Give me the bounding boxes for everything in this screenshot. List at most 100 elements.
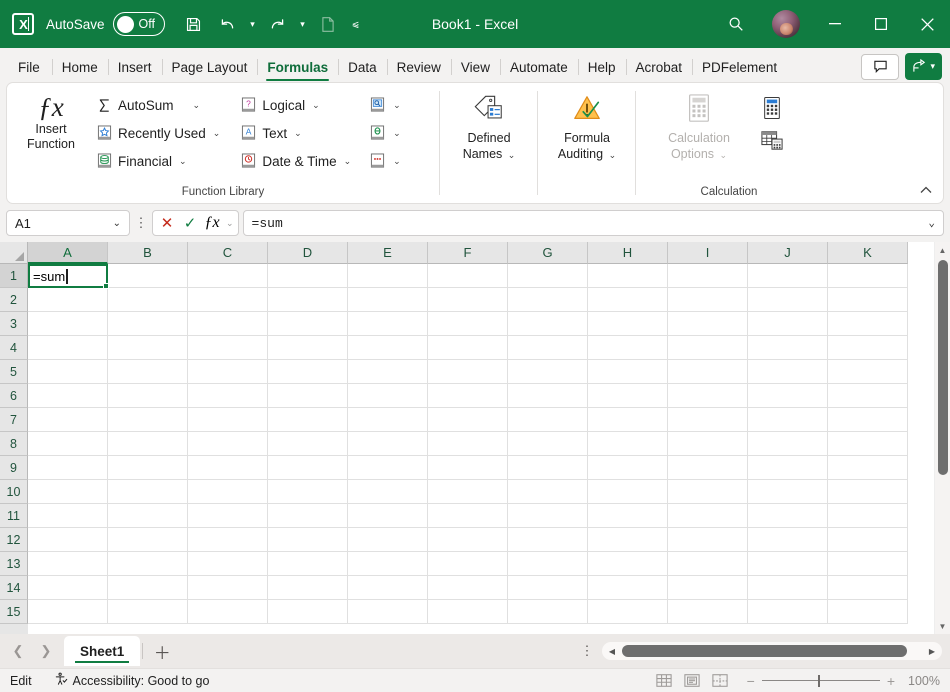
column-header-f[interactable]: F bbox=[428, 242, 508, 264]
autosum-button[interactable]: AutoSum ⌄ bbox=[91, 91, 225, 119]
cell-f6[interactable] bbox=[428, 384, 508, 408]
text-caret-icon[interactable]: ⌄ bbox=[294, 128, 302, 139]
column-header-b[interactable]: B bbox=[108, 242, 188, 264]
cell-d14[interactable] bbox=[268, 576, 348, 600]
cell-h14[interactable] bbox=[588, 576, 668, 600]
zoom-in-button[interactable]: + bbox=[887, 673, 895, 689]
cell-b13[interactable] bbox=[108, 552, 188, 576]
cell-g2[interactable] bbox=[508, 288, 588, 312]
column-header-d[interactable]: D bbox=[268, 242, 348, 264]
column-header-c[interactable]: C bbox=[188, 242, 268, 264]
cell-c13[interactable] bbox=[188, 552, 268, 576]
cell-h4[interactable] bbox=[588, 336, 668, 360]
cell-c12[interactable] bbox=[188, 528, 268, 552]
cell-c11[interactable] bbox=[188, 504, 268, 528]
cell-d3[interactable] bbox=[268, 312, 348, 336]
tab-automate[interactable]: Automate bbox=[500, 52, 578, 82]
tab-data[interactable]: Data bbox=[338, 52, 387, 82]
lookup-reference-caret-icon[interactable]: ⌄ bbox=[393, 100, 401, 111]
cell-k7[interactable] bbox=[828, 408, 908, 432]
cell-k2[interactable] bbox=[828, 288, 908, 312]
share-button[interactable]: ▾ bbox=[905, 53, 942, 80]
fx-caret-icon[interactable]: ⌄ bbox=[226, 218, 234, 229]
cell-e4[interactable] bbox=[348, 336, 428, 360]
calculation-options-button[interactable]: Calculation Options ⌄ bbox=[651, 89, 747, 163]
cell-h3[interactable] bbox=[588, 312, 668, 336]
cell-f4[interactable] bbox=[428, 336, 508, 360]
cell-h6[interactable] bbox=[588, 384, 668, 408]
cell-j12[interactable] bbox=[748, 528, 828, 552]
cell-e13[interactable] bbox=[348, 552, 428, 576]
enter-icon[interactable]: ✓ bbox=[180, 214, 200, 232]
undo-dropdown-caret[interactable]: ▾ bbox=[245, 7, 261, 41]
cell-i9[interactable] bbox=[668, 456, 748, 480]
cell-e3[interactable] bbox=[348, 312, 428, 336]
tab-page-layout[interactable]: Page Layout bbox=[162, 52, 258, 82]
cell-a7[interactable] bbox=[28, 408, 108, 432]
cell-j6[interactable] bbox=[748, 384, 828, 408]
row-header-2[interactable]: 2 bbox=[0, 288, 28, 312]
column-header-g[interactable]: G bbox=[508, 242, 588, 264]
cell-b8[interactable] bbox=[108, 432, 188, 456]
cell-c8[interactable] bbox=[188, 432, 268, 456]
row-header-9[interactable]: 9 bbox=[0, 456, 28, 480]
cell-f8[interactable] bbox=[428, 432, 508, 456]
cell-f1[interactable] bbox=[428, 264, 508, 288]
cell-j14[interactable] bbox=[748, 576, 828, 600]
zoom-level-label[interactable]: 100% bbox=[902, 674, 940, 688]
cell-i8[interactable] bbox=[668, 432, 748, 456]
recently-used-caret-icon[interactable]: ⌄ bbox=[213, 128, 221, 139]
cell-a3[interactable] bbox=[28, 312, 108, 336]
sheet-tab-sheet1[interactable]: Sheet1 bbox=[64, 636, 140, 666]
cell-j8[interactable] bbox=[748, 432, 828, 456]
horizontal-scroll-track[interactable] bbox=[620, 645, 924, 657]
cell-g9[interactable] bbox=[508, 456, 588, 480]
cell-a13[interactable] bbox=[28, 552, 108, 576]
lookup-reference-button[interactable]: ⌄ bbox=[364, 91, 406, 119]
cell-i6[interactable] bbox=[668, 384, 748, 408]
cell-c2[interactable] bbox=[188, 288, 268, 312]
calculation-options-caret-icon[interactable]: ⌄ bbox=[720, 150, 728, 160]
cell-b9[interactable] bbox=[108, 456, 188, 480]
formula-bar-expand-icon[interactable]: ⌄ bbox=[920, 216, 935, 230]
vertical-scroll-track[interactable] bbox=[935, 258, 950, 618]
row-header-1[interactable]: 1 bbox=[0, 264, 28, 288]
cell-c3[interactable] bbox=[188, 312, 268, 336]
cell-j3[interactable] bbox=[748, 312, 828, 336]
search-icon[interactable] bbox=[712, 0, 760, 48]
cell-g4[interactable] bbox=[508, 336, 588, 360]
cell-b4[interactable] bbox=[108, 336, 188, 360]
cell-k6[interactable] bbox=[828, 384, 908, 408]
row-header-3[interactable]: 3 bbox=[0, 312, 28, 336]
formula-auditing-caret-icon[interactable]: ⌄ bbox=[609, 150, 617, 160]
autosum-caret-icon[interactable]: ⌄ bbox=[193, 100, 201, 111]
cell-i5[interactable] bbox=[668, 360, 748, 384]
cell-b6[interactable] bbox=[108, 384, 188, 408]
cell-h12[interactable] bbox=[588, 528, 668, 552]
cell-f14[interactable] bbox=[428, 576, 508, 600]
cell-i12[interactable] bbox=[668, 528, 748, 552]
cell-e15[interactable] bbox=[348, 600, 428, 624]
cell-k1[interactable] bbox=[828, 264, 908, 288]
recently-used-button[interactable]: Recently Used ⌄ bbox=[91, 119, 225, 147]
cell-a4[interactable] bbox=[28, 336, 108, 360]
logical-caret-icon[interactable]: ⌄ bbox=[312, 100, 320, 111]
row-header-8[interactable]: 8 bbox=[0, 432, 28, 456]
cell-k14[interactable] bbox=[828, 576, 908, 600]
cell-b1[interactable] bbox=[108, 264, 188, 288]
cell-k13[interactable] bbox=[828, 552, 908, 576]
cell-j9[interactable] bbox=[748, 456, 828, 480]
tab-view[interactable]: View bbox=[451, 52, 500, 82]
cell-k3[interactable] bbox=[828, 312, 908, 336]
cell-f7[interactable] bbox=[428, 408, 508, 432]
cell-d9[interactable] bbox=[268, 456, 348, 480]
cell-c7[interactable] bbox=[188, 408, 268, 432]
column-header-e[interactable]: E bbox=[348, 242, 428, 264]
cell-k15[interactable] bbox=[828, 600, 908, 624]
cell-f5[interactable] bbox=[428, 360, 508, 384]
cell-b10[interactable] bbox=[108, 480, 188, 504]
cell-b15[interactable] bbox=[108, 600, 188, 624]
fx-icon[interactable]: ƒx bbox=[203, 214, 221, 232]
cell-g7[interactable] bbox=[508, 408, 588, 432]
cell-f10[interactable] bbox=[428, 480, 508, 504]
